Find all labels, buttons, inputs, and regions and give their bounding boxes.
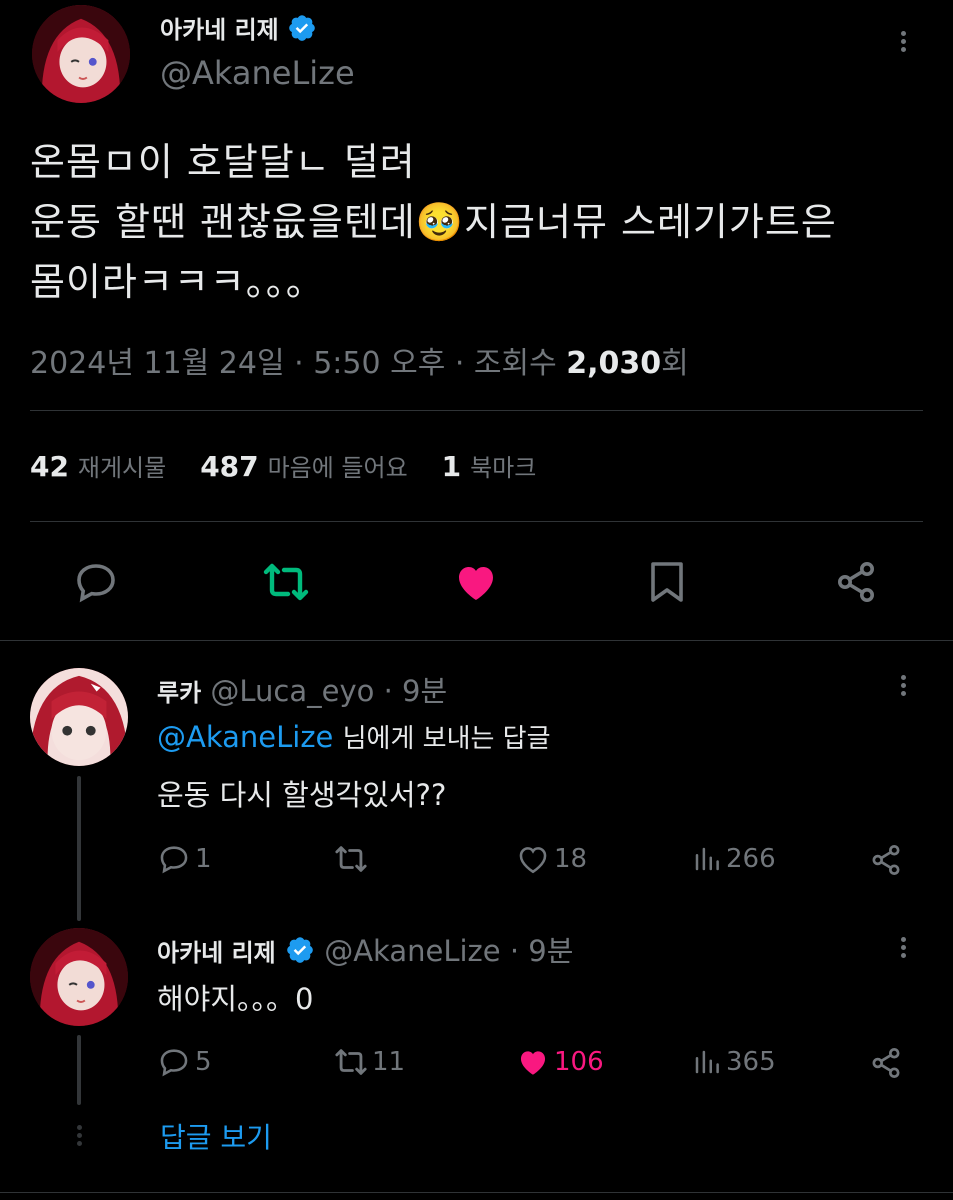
post-time[interactable]: 5:50 오후 xyxy=(313,346,445,381)
verified-badge-icon xyxy=(287,13,317,49)
reply-author-handle[interactable]: @Luca_eyo xyxy=(210,674,374,708)
heart-icon xyxy=(520,1051,546,1075)
reply-share-button[interactable] xyxy=(868,842,904,882)
like-count: 18 xyxy=(554,844,588,874)
thread-dots xyxy=(75,1122,83,1149)
views-count: 266 xyxy=(726,844,776,874)
verified-badge-icon xyxy=(285,935,315,972)
reply-header: 아카네 리제 @AkaneLize · 9분 xyxy=(157,928,573,972)
reply-button[interactable] xyxy=(72,558,120,610)
reply-icon xyxy=(160,1049,188,1077)
reply-repost-button[interactable] xyxy=(334,842,372,876)
reply-author-name[interactable]: 루카 xyxy=(157,679,201,707)
post-text-line: 운동 할땐 괜찮읎을텐데🥹지금너뮤 스레기가트은 xyxy=(30,200,837,244)
reposts-stat[interactable]: 42 재게시물 xyxy=(30,448,166,483)
reply-time[interactable]: 9분 xyxy=(528,934,573,968)
reply-header: 루카 @Luca_eyo · 9분 xyxy=(157,668,447,710)
share-icon xyxy=(872,845,900,875)
main-author-handle[interactable]: @AkaneLize xyxy=(160,54,355,92)
reply-author-avatar[interactable] xyxy=(30,668,128,766)
views-icon xyxy=(695,1050,719,1074)
share-button[interactable] xyxy=(832,558,880,610)
reply-author-name[interactable]: 아카네 리제 xyxy=(157,939,276,967)
views-count: 2,030 xyxy=(566,346,662,381)
heart-icon xyxy=(459,567,493,600)
reply-text: 해야지。。。0 xyxy=(157,982,314,1016)
reply-repost-button[interactable]: 11 xyxy=(334,1045,405,1079)
more-icon[interactable] xyxy=(893,672,913,699)
like-button[interactable] xyxy=(452,558,500,610)
likes-stat[interactable]: 487 마음에 들어요 xyxy=(200,448,407,483)
reply-like-button[interactable]: 18 xyxy=(516,842,587,876)
post-text-line: 온몸ㅁ이 호달달ㄴ 덜려 xyxy=(30,140,416,184)
reply-icon xyxy=(160,846,188,874)
reply-time[interactable]: 9분 xyxy=(402,674,447,708)
main-author-avatar[interactable] xyxy=(32,5,130,103)
reply-comment-button[interactable]: 1 xyxy=(157,842,212,876)
mention-link[interactable]: @AkaneLize xyxy=(157,720,333,754)
replying-to: @AkaneLize 님에게 보내는 답글 xyxy=(157,718,551,755)
post-text: 온몸ㅁ이 호달달ㄴ 덜려 운동 할땐 괜찮읎을텐데🥹지금너뮤 스레기가트은 몸이… xyxy=(30,132,837,312)
main-author-name[interactable]: 아카네 리제 xyxy=(160,10,317,49)
show-replies-link[interactable]: 답글 보기 xyxy=(160,1116,272,1156)
post-stats: 42 재게시물 487 마음에 들어요 1 북마크 xyxy=(30,448,536,483)
bookmarks-stat[interactable]: 1 북마크 xyxy=(442,448,537,483)
repost-icon xyxy=(335,1049,367,1075)
share-icon xyxy=(872,1048,900,1078)
thread-line xyxy=(77,776,81,921)
more-icon[interactable] xyxy=(893,28,913,55)
more-icon[interactable] xyxy=(893,934,913,961)
reply-like-button[interactable]: 106 xyxy=(516,1045,604,1079)
reply-author-handle[interactable]: @AkaneLize xyxy=(324,934,500,968)
replying-suffix: 님에게 보내는 답글 xyxy=(342,724,551,754)
share-icon xyxy=(838,562,874,602)
post-date[interactable]: 2024년 11월 24일 xyxy=(30,346,285,381)
reply-comment-button[interactable]: 5 xyxy=(157,1045,212,1079)
views-label: 조회수 xyxy=(473,346,557,381)
separator-dot: · xyxy=(509,934,520,968)
reply-views-button[interactable]: 266 xyxy=(692,842,776,876)
reply-author-avatar[interactable] xyxy=(30,928,128,1026)
post-meta: 2024년 11월 24일 · 5:50 오후 · 조회수 2,030회 xyxy=(30,346,689,381)
thread-line xyxy=(77,1035,81,1105)
divider xyxy=(30,410,923,411)
pleading-face-emoji: 🥹 xyxy=(415,200,465,244)
divider xyxy=(0,640,953,641)
like-count: 106 xyxy=(554,1047,604,1077)
bookmark-icon xyxy=(651,562,683,602)
repost-count: 11 xyxy=(372,1047,406,1077)
divider xyxy=(30,521,923,522)
comment-count: 1 xyxy=(195,844,212,874)
reply-views-button[interactable]: 365 xyxy=(692,1045,776,1079)
bookmark-button[interactable] xyxy=(643,558,691,610)
post-text-line: 몸이라ㅋㅋㅋ。。。 xyxy=(30,260,325,304)
separator-dot: · xyxy=(383,674,393,708)
reply-text: 운동 다시 할생각있서?? xyxy=(157,778,447,812)
views-icon xyxy=(695,847,719,871)
repost-button[interactable] xyxy=(262,558,310,610)
reply-icon xyxy=(77,564,115,603)
views-count: 365 xyxy=(726,1047,776,1077)
repost-icon xyxy=(335,846,367,872)
reply-share-button[interactable] xyxy=(868,1045,904,1085)
views-suffix: 회 xyxy=(661,346,689,381)
comment-count: 5 xyxy=(195,1047,212,1077)
heart-icon xyxy=(519,847,547,874)
divider xyxy=(0,1192,953,1193)
repost-icon xyxy=(263,563,309,601)
